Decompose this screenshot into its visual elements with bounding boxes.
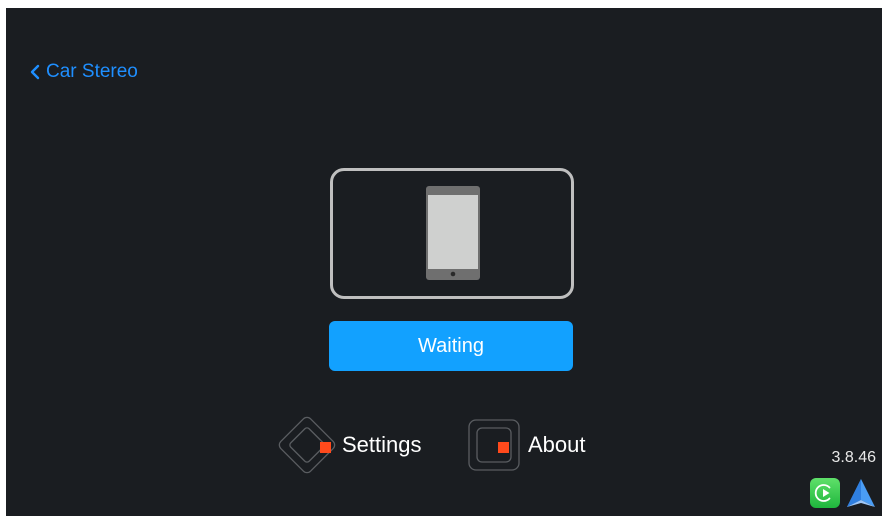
back-button[interactable]: Car Stereo (30, 61, 138, 83)
about-icon (466, 414, 522, 476)
about-button[interactable]: About (466, 414, 586, 476)
smartphone-icon (426, 186, 480, 280)
waiting-label: Waiting (418, 334, 484, 357)
android-auto-icon[interactable] (846, 478, 876, 513)
settings-button[interactable]: Settings (276, 414, 422, 476)
settings-icon (276, 414, 338, 476)
app-version: 3.8.46 (831, 449, 876, 466)
carplay-icon[interactable] (810, 478, 840, 513)
waiting-status-button[interactable]: Waiting (329, 321, 573, 371)
back-label: Car Stereo (46, 61, 138, 82)
settings-label: Settings (342, 432, 422, 457)
about-label: About (528, 432, 586, 457)
connection-icons (810, 478, 876, 513)
chevron-left-icon (30, 64, 40, 80)
device-placeholder (330, 168, 574, 299)
app-screen: Car Stereo Waiting Settings About 3.8.46 (6, 8, 882, 516)
